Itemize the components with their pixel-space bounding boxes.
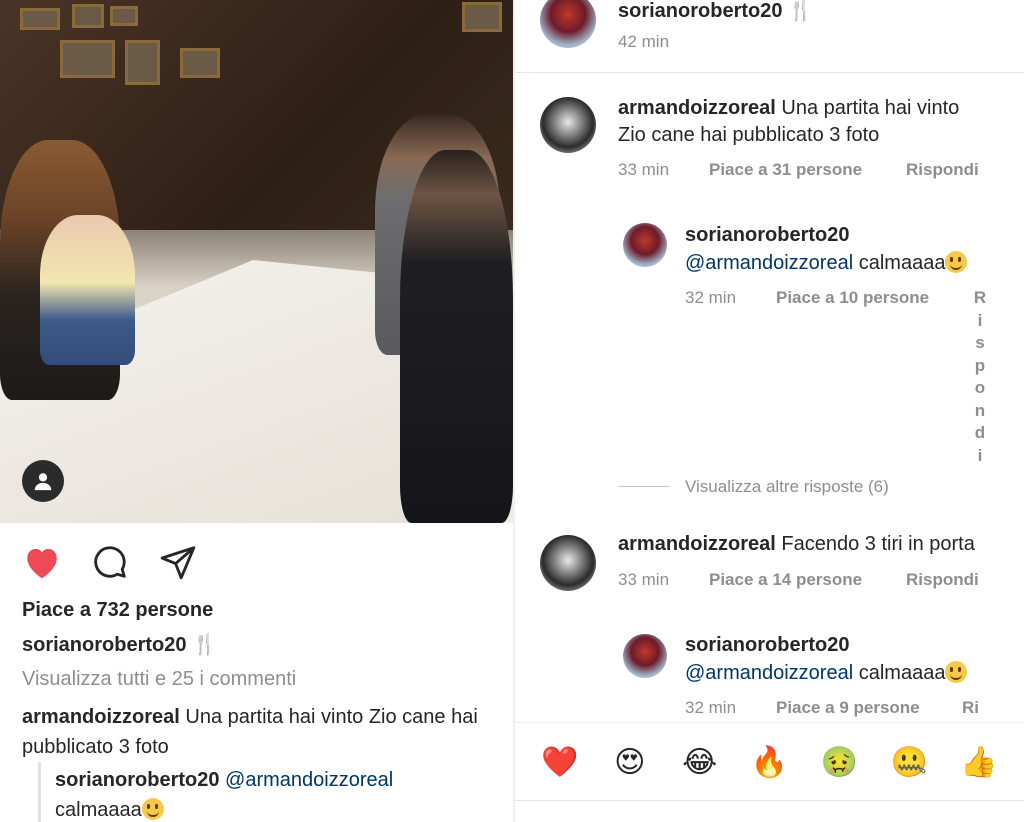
- like-count-label: Piace a 9 persone: [776, 698, 920, 717]
- wall-frame: [462, 2, 502, 32]
- baby-figure: [40, 215, 135, 365]
- comment-text: calmaaaa: [858, 252, 946, 274]
- wall-frame: [180, 48, 220, 78]
- comment-text: Facendo 3 tiri in porta: [781, 533, 975, 555]
- mention-link[interactable]: @armandoizzoreal: [685, 252, 853, 274]
- comment-username[interactable]: sorianoroberto20: [55, 769, 219, 791]
- avatar[interactable]: [540, 0, 596, 48]
- comment: @armandoizzoreal calmaaaa: [685, 660, 1005, 687]
- heart-eyes-emoji-button[interactable]: 😍: [610, 743, 650, 783]
- nauseated-emoji-button[interactable]: 🤢: [819, 743, 859, 783]
- reply-indent-bar: [38, 762, 41, 822]
- comment-text: calmaaaa: [55, 799, 142, 821]
- comment-username[interactable]: armandoizzoreal: [22, 706, 180, 728]
- reply-label: Rispondi: [906, 160, 979, 179]
- zipper-mouth-emoji-button[interactable]: 🤐: [889, 743, 929, 783]
- comment-bubble-icon: [94, 546, 126, 578]
- wall-frame: [110, 6, 138, 26]
- timestamp: 32 min: [685, 698, 737, 717]
- avatar[interactable]: [540, 535, 596, 591]
- preview-reply: sorianoroberto20 @armandoizzoreal calmaa…: [55, 765, 505, 822]
- view-all-comments-link[interactable]: Visualizza tutti e 25 i commenti: [22, 668, 296, 691]
- view-more-replies-link[interactable]: Visualizza altre risposte (6): [685, 477, 889, 497]
- like-count-link[interactable]: Piace a 31 persone: [709, 160, 862, 180]
- comment-username[interactable]: armandoizzoreal: [618, 533, 776, 555]
- comment: @armandoizzoreal calmaaaa: [685, 250, 985, 277]
- divider: [515, 72, 1024, 73]
- man-figure-right: [400, 150, 513, 523]
- timestamp: 42 min: [618, 32, 670, 51]
- share-button[interactable]: [158, 542, 198, 582]
- wall-frame: [125, 40, 160, 85]
- thumbs-up-emoji-button[interactable]: 👍: [959, 743, 999, 783]
- reply-label: Ri: [962, 698, 979, 717]
- comment-text: Una partita hai vinto: [781, 97, 960, 119]
- reply-button[interactable]: Rispondi: [973, 287, 987, 467]
- tagged-people-button[interactable]: [22, 460, 64, 502]
- caption-username[interactable]: sorianoroberto20 🍴: [618, 0, 813, 23]
- like-count-link[interactable]: Piace a 9 persone: [776, 698, 920, 718]
- comments-panel: sorianoroberto20 🍴 42 min armandoizzorea…: [515, 0, 1024, 822]
- like-count-link[interactable]: Piace a 14 persone: [709, 570, 862, 590]
- post-actions: [22, 542, 198, 582]
- heart-icon: [27, 548, 57, 579]
- divider: [515, 800, 1024, 801]
- comment-username[interactable]: armandoizzoreal: [618, 97, 776, 119]
- like-button[interactable]: [22, 542, 62, 582]
- post-photo[interactable]: [0, 0, 513, 523]
- avatar[interactable]: [540, 97, 596, 153]
- wall-frame: [20, 8, 60, 30]
- like-count-label: Piace a 10 persone: [776, 288, 930, 307]
- avatar[interactable]: [623, 634, 667, 678]
- reply-button[interactable]: Rispondi: [906, 570, 979, 590]
- timestamp: 33 min: [618, 160, 670, 179]
- comment-username[interactable]: sorianoroberto20: [685, 634, 849, 657]
- user-tag-icon: [34, 473, 52, 491]
- comment-button[interactable]: [90, 542, 130, 582]
- likes-count[interactable]: Piace a 732 persone: [22, 599, 213, 622]
- wall-frame: [60, 40, 115, 78]
- preview-comment: armandoizzoreal Una partita hai vinto Zi…: [22, 702, 502, 762]
- like-count-label: Piace a 31 persone: [709, 160, 863, 179]
- reply-button[interactable]: Ri: [962, 698, 979, 718]
- reply-button[interactable]: Rispondi: [906, 160, 979, 180]
- post-panel: Piace a 732 persone sorianoroberto20 🍴 V…: [0, 0, 513, 822]
- mention-link[interactable]: @armandoizzoreal: [685, 662, 853, 684]
- comment: armandoizzoreal Una partita hai vinto Zi…: [618, 95, 1013, 149]
- comment-text: Zio cane hai pubblicato 3 foto: [618, 124, 880, 146]
- laughing-emoji-button[interactable]: 😂: [680, 743, 720, 783]
- caption-username[interactable]: sorianoroberto20 🍴: [22, 632, 217, 657]
- view-more-line: [618, 486, 670, 487]
- like-count-label: Piace a 14 persone: [709, 570, 863, 589]
- comment-username[interactable]: sorianoroberto20: [685, 224, 849, 247]
- heart-emoji-button[interactable]: ❤️: [540, 743, 580, 783]
- comment-text: calmaaaa: [858, 662, 946, 684]
- timestamp: 33 min: [618, 570, 670, 589]
- paper-plane-icon: [160, 546, 196, 580]
- avatar[interactable]: [623, 223, 667, 267]
- smile-emoji-icon: [945, 661, 968, 683]
- comment: armandoizzoreal Facendo 3 tiri in porta: [618, 531, 1018, 558]
- mention-link[interactable]: @armandoizzoreal: [225, 769, 393, 791]
- smile-emoji-icon: [945, 251, 968, 273]
- reply-label: Rispondi: [906, 570, 979, 589]
- smile-emoji-icon: [141, 798, 164, 820]
- emoji-quick-bar: ❤️ 😍 😂 🔥 🤢 🤐 👍: [515, 722, 1024, 802]
- fire-emoji-button[interactable]: 🔥: [749, 743, 789, 783]
- timestamp: 32 min: [685, 288, 737, 307]
- wall-frame: [72, 4, 104, 28]
- like-count-link[interactable]: Piace a 10 persone: [776, 288, 929, 308]
